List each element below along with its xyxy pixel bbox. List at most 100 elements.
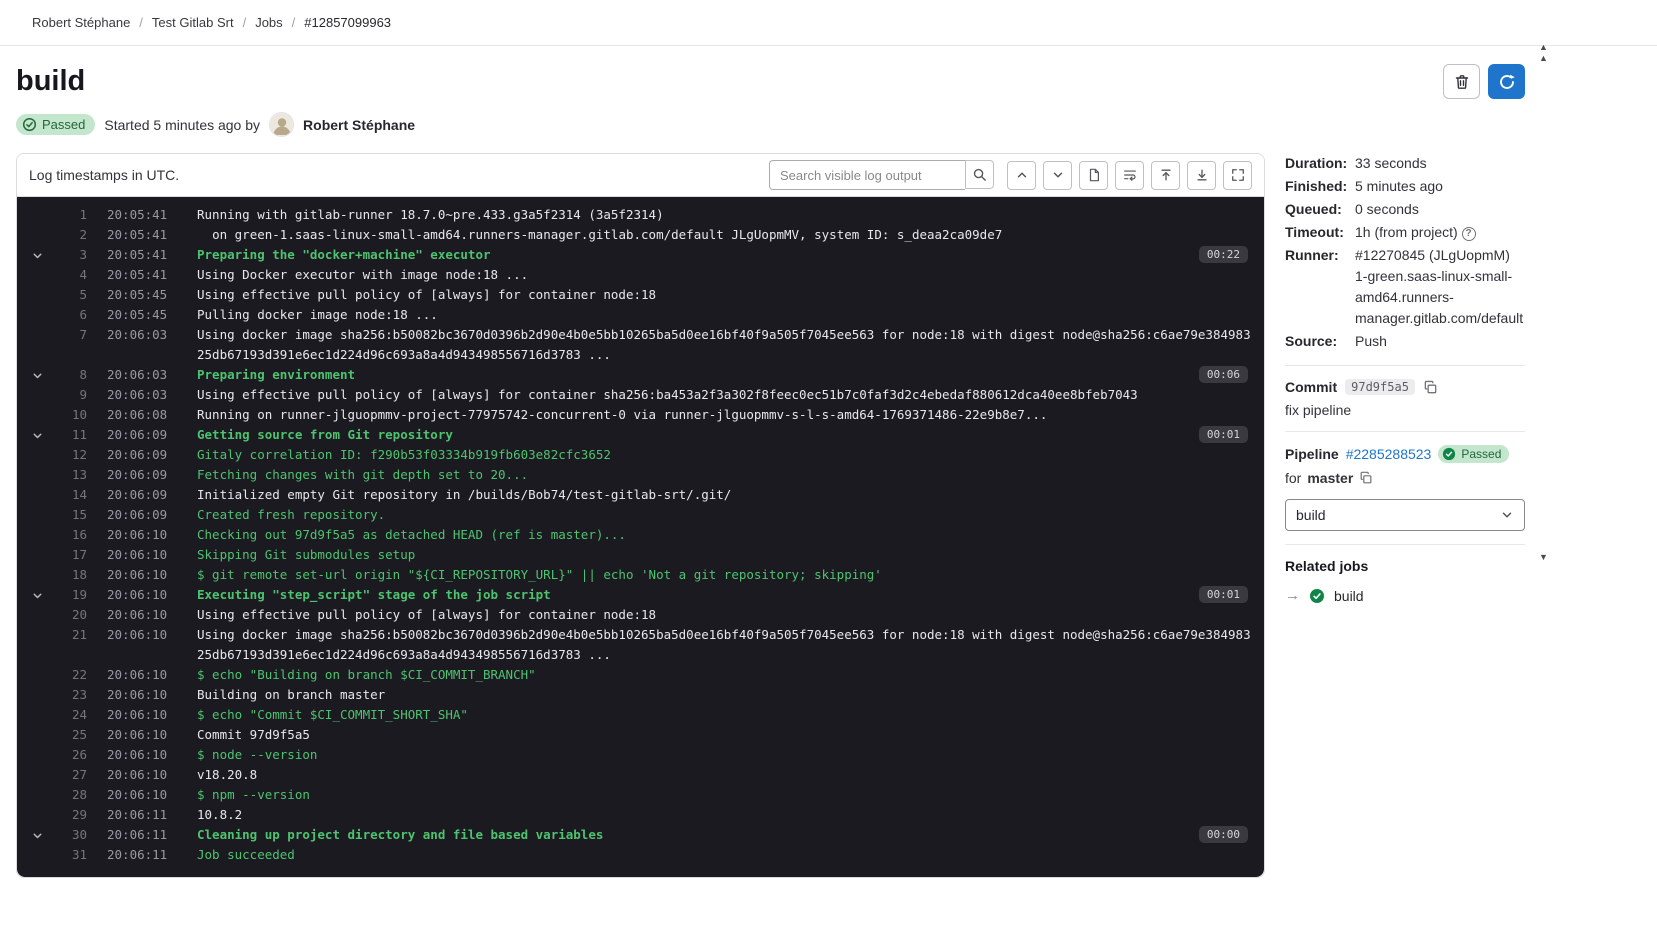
avatar[interactable] — [269, 112, 294, 137]
collapse-section-icon[interactable] — [23, 765, 51, 785]
collapse-section-icon[interactable] — [23, 285, 51, 305]
log-line-number[interactable]: 17 — [51, 545, 87, 565]
breadcrumb-item[interactable]: #12857099963 — [283, 15, 391, 30]
log-line-number[interactable]: 26 — [51, 745, 87, 765]
collapse-section-icon[interactable] — [23, 605, 51, 625]
log-line-number[interactable]: 24 — [51, 705, 87, 725]
log-line-number[interactable]: 13 — [51, 465, 87, 485]
collapse-section-icon[interactable] — [23, 225, 51, 245]
log-search-input[interactable] — [769, 160, 965, 190]
commit-message[interactable]: fix pipeline — [1285, 402, 1525, 418]
related-job-item[interactable]: → build — [1285, 587, 1525, 604]
log-line-number[interactable]: 2 — [51, 225, 87, 245]
breadcrumb-item[interactable]: Test Gitlab Srt — [130, 15, 233, 30]
collapse-section-icon[interactable] — [23, 685, 51, 705]
log-line-number[interactable]: 5 — [51, 285, 87, 305]
log-line-number[interactable]: 30 — [51, 825, 87, 845]
collapse-section-icon[interactable] — [23, 205, 51, 225]
author-link[interactable]: Robert Stéphane — [303, 117, 415, 133]
ref-link[interactable]: master — [1307, 470, 1353, 486]
scroll-top-button[interactable] — [1151, 161, 1180, 190]
collapse-section-icon[interactable] — [23, 565, 51, 585]
search-button[interactable] — [965, 160, 994, 189]
log-text: Using effective pull policy of [always] … — [197, 605, 1256, 625]
log-line-number[interactable]: 15 — [51, 505, 87, 525]
log-line-number[interactable]: 23 — [51, 685, 87, 705]
stage-dropdown[interactable]: build — [1285, 499, 1525, 531]
related-job-link[interactable]: build — [1334, 588, 1364, 604]
collapse-section-icon[interactable] — [23, 825, 51, 845]
collapse-section-icon[interactable] — [23, 805, 51, 825]
job-log[interactable]: 1 20:05:41 Running with gitlab-runner 18… — [17, 197, 1264, 877]
log-timestamp: 20:06:11 — [87, 845, 183, 865]
timeout-help-icon[interactable]: ? — [1462, 227, 1476, 241]
collapse-section-icon[interactable] — [23, 525, 51, 545]
log-line-number[interactable]: 19 — [51, 585, 87, 605]
collapse-section-icon[interactable] — [23, 545, 51, 565]
log-line-number[interactable]: 20 — [51, 605, 87, 625]
log-line-number[interactable]: 9 — [51, 385, 87, 405]
log-line-number[interactable]: 3 — [51, 245, 87, 265]
log-line-number[interactable]: 4 — [51, 265, 87, 285]
log-line-number[interactable]: 14 — [51, 485, 87, 505]
log-line-number[interactable]: 16 — [51, 525, 87, 545]
collapse-section-icon[interactable] — [23, 445, 51, 465]
wrap-lines-button[interactable] — [1115, 161, 1144, 190]
collapse-section-icon[interactable] — [23, 725, 51, 745]
collapse-section-icon[interactable] — [23, 845, 51, 865]
collapse-section-icon[interactable] — [23, 305, 51, 325]
erase-job-log-button[interactable] — [1443, 64, 1480, 99]
log-line-number[interactable]: 31 — [51, 845, 87, 865]
collapse-section-icon[interactable] — [23, 745, 51, 765]
collapse-section-icon[interactable] — [23, 585, 51, 605]
collapse-section-icon[interactable] — [23, 505, 51, 525]
log-line-number[interactable]: 22 — [51, 665, 87, 685]
log-line-number[interactable]: 21 — [51, 625, 87, 645]
fullscreen-button[interactable] — [1223, 161, 1252, 190]
pipeline-link[interactable]: #2285288523 — [1346, 446, 1432, 462]
collapse-section-icon[interactable] — [23, 625, 51, 645]
copy-ref-button[interactable] — [1359, 471, 1373, 485]
scroll-up-icon[interactable]: ▲ — [1539, 42, 1548, 52]
scroll-up-icon[interactable]: ▲ — [1539, 53, 1548, 63]
log-line: 16 20:06:10 Checking out 97d9f5a5 as det… — [17, 525, 1264, 545]
collapse-section-icon[interactable] — [23, 405, 51, 425]
collapse-section-icon[interactable] — [23, 485, 51, 505]
scroll-down-icon[interactable]: ▼ — [1539, 552, 1548, 562]
collapse-section-icon[interactable] — [23, 385, 51, 405]
log-timestamp: 20:05:41 — [87, 225, 183, 245]
collapse-section-icon[interactable] — [23, 245, 51, 265]
collapse-section-icon[interactable] — [23, 785, 51, 805]
collapse-section-icon[interactable] — [23, 665, 51, 685]
breadcrumb-item[interactable]: Robert Stéphane — [32, 15, 130, 30]
log-line-number[interactable]: 6 — [51, 305, 87, 325]
retry-job-button[interactable] — [1488, 64, 1525, 99]
log-line-number[interactable]: 28 — [51, 785, 87, 805]
scroll-top-icon — [1159, 168, 1173, 182]
log-line-number[interactable]: 29 — [51, 805, 87, 825]
search-prev-button[interactable] — [1007, 161, 1036, 190]
search-icon — [972, 167, 987, 182]
log-line-number[interactable]: 25 — [51, 725, 87, 745]
search-next-button[interactable] — [1043, 161, 1072, 190]
log-line-number[interactable]: 8 — [51, 365, 87, 385]
log-line-number[interactable]: 27 — [51, 765, 87, 785]
collapse-section-icon[interactable] — [23, 265, 51, 285]
log-line: 11 20:06:09 Getting source from Git repo… — [17, 425, 1264, 445]
log-line-number[interactable]: 10 — [51, 405, 87, 425]
scroll-bottom-button[interactable] — [1187, 161, 1216, 190]
log-line-number[interactable]: 18 — [51, 565, 87, 585]
breadcrumb-item[interactable]: Jobs — [234, 15, 283, 30]
collapse-section-icon[interactable] — [23, 365, 51, 385]
log-line-number[interactable]: 12 — [51, 445, 87, 465]
collapse-section-icon[interactable] — [23, 325, 51, 345]
copy-commit-button[interactable] — [1423, 380, 1438, 395]
log-line-number[interactable]: 11 — [51, 425, 87, 445]
collapse-section-icon[interactable] — [23, 465, 51, 485]
collapse-section-icon[interactable] — [23, 705, 51, 725]
commit-sha-chip[interactable]: 97d9f5a5 — [1345, 379, 1415, 395]
raw-log-button[interactable] — [1079, 161, 1108, 190]
collapse-section-icon[interactable] — [23, 425, 51, 445]
log-line-number[interactable]: 7 — [51, 325, 87, 345]
log-line-number[interactable]: 1 — [51, 205, 87, 225]
